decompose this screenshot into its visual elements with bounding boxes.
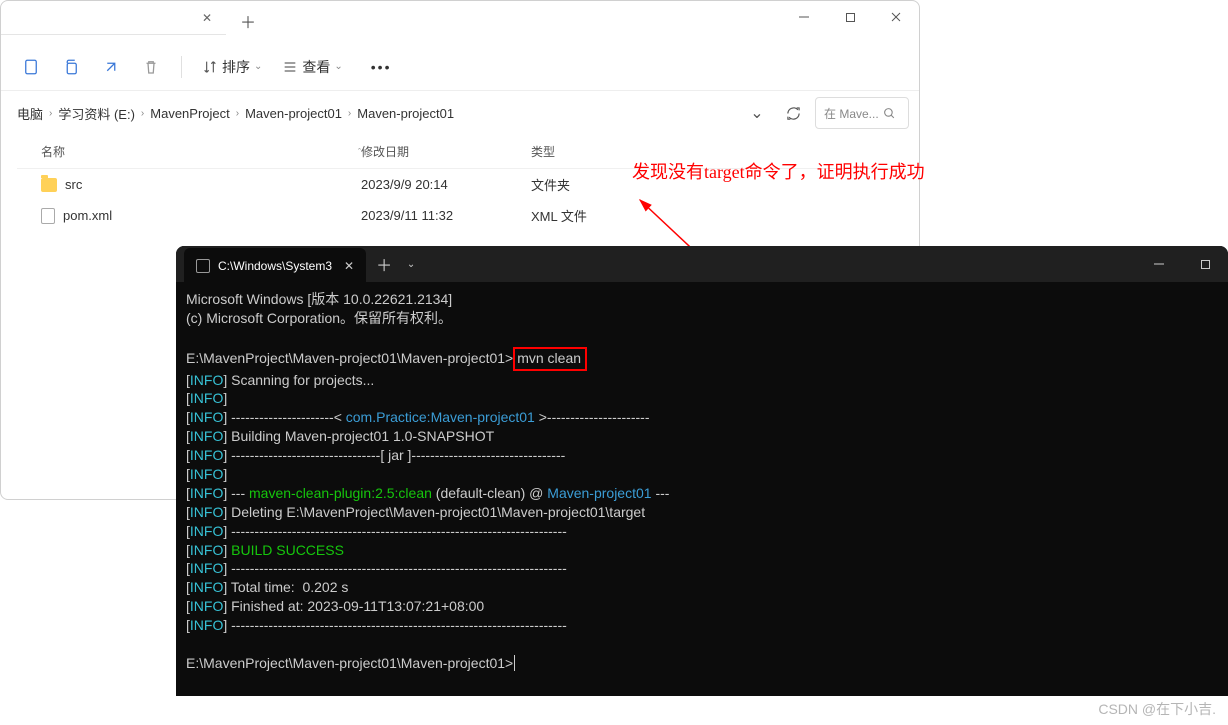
- paste-icon[interactable]: [95, 51, 127, 83]
- watermark: CSDN @在下小吉.: [1098, 699, 1216, 719]
- breadcrumb[interactable]: 电脑 › 学习资料 (E:) › MavenProject › Maven-proje…: [11, 97, 733, 129]
- new-tab-button[interactable]: ＋: [234, 7, 262, 35]
- bc-4[interactable]: Maven-project01: [357, 106, 454, 121]
- file-name: src: [65, 177, 82, 192]
- chevron-right-icon: ›: [49, 108, 52, 119]
- separator: [181, 56, 182, 78]
- highlighted-command: mvn clean: [513, 347, 587, 371]
- terminal-window-controls: [1136, 248, 1228, 280]
- file-date: 2023/9/9 20:14: [361, 177, 531, 192]
- minimize-button[interactable]: [781, 1, 827, 33]
- view-button[interactable]: 查看 ⌄: [276, 53, 348, 81]
- info-tag: INFO: [190, 372, 223, 388]
- chevron-right-icon: ›: [348, 108, 351, 119]
- bc-0[interactable]: 电脑: [17, 104, 43, 123]
- chevron-down-icon[interactable]: ⌄: [400, 250, 422, 278]
- ellipsis-icon: •••: [371, 59, 392, 75]
- chevron-down-icon[interactable]: ⌄: [743, 99, 771, 127]
- more-button[interactable]: •••: [365, 55, 398, 79]
- file-icon: [41, 208, 55, 224]
- annotation-text: 发现没有target命令了，证明执行成功: [632, 158, 925, 184]
- search-icon: [883, 107, 896, 120]
- window-controls: [781, 1, 919, 33]
- explorer-toolbar: 排序 ⌄ 查看 ⌄ •••: [1, 43, 919, 91]
- close-icon[interactable]: ✕: [344, 259, 354, 273]
- terminal-tab[interactable]: C:\Windows\System3 ✕: [184, 248, 366, 284]
- file-date: 2023/9/11 11:32: [361, 208, 531, 223]
- chevron-right-icon: ›: [236, 108, 239, 119]
- sort-label: 排序: [222, 57, 250, 77]
- bc-3[interactable]: Maven-project01: [245, 106, 342, 121]
- sort-button[interactable]: 排序 ⌄: [196, 53, 268, 81]
- terminal-tab-title: C:\Windows\System3: [218, 259, 332, 273]
- term-line: Microsoft Windows [版本 10.0.22621.2134]: [186, 291, 452, 307]
- copy-icon[interactable]: [55, 51, 87, 83]
- terminal-tabs: C:\Windows\System3 ✕ ＋ ⌄: [176, 246, 422, 284]
- chevron-right-icon: ›: [141, 108, 144, 119]
- cmd-icon: [196, 259, 210, 273]
- term-prompt: E:\MavenProject\Maven-project01\Maven-pr…: [186, 655, 513, 671]
- terminal-titlebar: C:\Windows\System3 ✕ ＋ ⌄: [176, 246, 1228, 282]
- explorer-tabs: ✕ ＋: [1, 1, 262, 35]
- search-placeholder: 在 Mave...: [824, 105, 879, 122]
- address-actions: ⌄ 在 Mave...: [743, 97, 909, 129]
- terminal-window: C:\Windows\System3 ✕ ＋ ⌄ Microsoft Windo…: [176, 246, 1228, 696]
- explorer-titlebar: ✕ ＋: [1, 1, 919, 43]
- close-button[interactable]: [873, 1, 919, 33]
- file-name: pom.xml: [63, 208, 112, 223]
- address-bar-row: 电脑 › 学习资料 (E:) › MavenProject › Maven-proje…: [1, 91, 919, 135]
- cursor: [514, 655, 515, 671]
- bc-1[interactable]: 学习资料 (E:): [58, 104, 135, 123]
- folder-icon: [41, 178, 57, 192]
- new-tab-button[interactable]: ＋: [368, 250, 400, 278]
- close-icon[interactable]: ✕: [202, 11, 216, 25]
- term-prompt: E:\MavenProject\Maven-project01\Maven-pr…: [186, 350, 513, 366]
- cut-icon[interactable]: [15, 51, 47, 83]
- term-line: (c) Microsoft Corporation。保留所有权利。: [186, 310, 452, 326]
- build-success: BUILD SUCCESS: [231, 542, 344, 558]
- col-date[interactable]: 修改日期: [361, 143, 531, 160]
- refresh-icon[interactable]: [779, 99, 807, 127]
- view-label: 查看: [302, 57, 330, 77]
- terminal-body[interactable]: Microsoft Windows [版本 10.0.22621.2134] (…: [176, 282, 1228, 681]
- search-input[interactable]: 在 Mave...: [815, 97, 909, 129]
- chevron-down-icon: ⌄: [334, 61, 342, 72]
- file-type: XML 文件: [531, 206, 701, 225]
- minimize-button[interactable]: [1136, 248, 1182, 280]
- maximize-button[interactable]: [1182, 248, 1228, 280]
- maximize-button[interactable]: [827, 1, 873, 33]
- table-row[interactable]: pom.xml 2023/9/11 11:32 XML 文件: [17, 200, 903, 231]
- explorer-tab[interactable]: ✕: [1, 1, 226, 35]
- delete-icon[interactable]: [135, 51, 167, 83]
- bc-2[interactable]: MavenProject: [150, 106, 229, 121]
- col-name[interactable]: 名称ˆ: [41, 143, 361, 160]
- chevron-down-icon: ⌄: [254, 61, 262, 72]
